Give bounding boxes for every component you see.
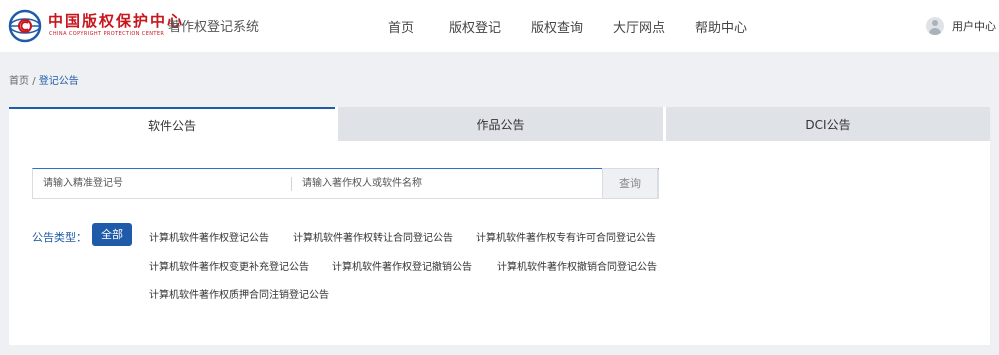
nav-service-halls[interactable]: 大厅网点 (613, 17, 665, 36)
breadcrumb-current: 登记公告 (38, 76, 79, 87)
filter-type-pledge-cancellation[interactable]: 计算机软件著作权质押合同注销登记公告 (149, 286, 329, 301)
tab-software-announcements[interactable]: 软件公告 (9, 107, 335, 141)
user-center-label: 用户中心 (952, 20, 996, 33)
filter-all-button[interactable]: 全部 (92, 223, 132, 246)
filter-type-revocation[interactable]: 计算机软件著作权登记撤销公告 (332, 258, 472, 273)
user-avatar-icon (926, 17, 944, 35)
filter-type-transfer-contract[interactable]: 计算机软件著作权转让合同登记公告 (293, 229, 453, 244)
search-bar: 查询 (32, 168, 659, 199)
breadcrumb-separator: / (32, 76, 36, 87)
nav-copyright-registration[interactable]: 版权登记 (449, 17, 501, 36)
announcement-panel: 软件公告 作品公告 DCI公告 查询 公告类型： 全部 计算机软件著作权登记公告… (9, 107, 990, 345)
nav-copyright-query[interactable]: 版权查询 (531, 17, 583, 36)
breadcrumb-home[interactable]: 首页 (9, 76, 29, 87)
query-button[interactable]: 查询 (602, 168, 658, 199)
system-title: 著作权登记系统 (168, 20, 260, 35)
filter-type-exclusive-license[interactable]: 计算机软件著作权专有许可合同登记公告 (476, 229, 656, 244)
registration-number-input[interactable] (33, 169, 291, 198)
brand-name-cn[interactable]: 中国版权保护中心 (48, 10, 184, 31)
nav-home[interactable]: 首页 (388, 17, 414, 36)
cpcc-logo-icon[interactable] (8, 9, 42, 43)
nav-help-center[interactable]: 帮助中心 (695, 17, 747, 36)
top-header: 中国版权保护中心 CHINA COPYRIGHT PROTECTION CENT… (0, 0, 999, 52)
filter-type-revoke-contract[interactable]: 计算机软件著作权撤销合同登记公告 (497, 258, 657, 273)
announcement-type-label: 公告类型： (32, 231, 87, 244)
filter-type-software-registration[interactable]: 计算机软件著作权登记公告 (149, 229, 269, 244)
user-center-link[interactable]: 用户中心 (926, 15, 996, 37)
filter-type-change-supplement[interactable]: 计算机软件著作权变更补充登记公告 (149, 258, 309, 273)
owner-or-software-input[interactable] (292, 169, 604, 198)
tab-dci-announcements[interactable]: DCI公告 (666, 107, 990, 141)
breadcrumb: 首页 / 登记公告 (9, 72, 79, 87)
tab-work-announcements[interactable]: 作品公告 (338, 107, 663, 141)
brand-name-en: CHINA COPYRIGHT PROTECTION CENTER (49, 31, 165, 37)
